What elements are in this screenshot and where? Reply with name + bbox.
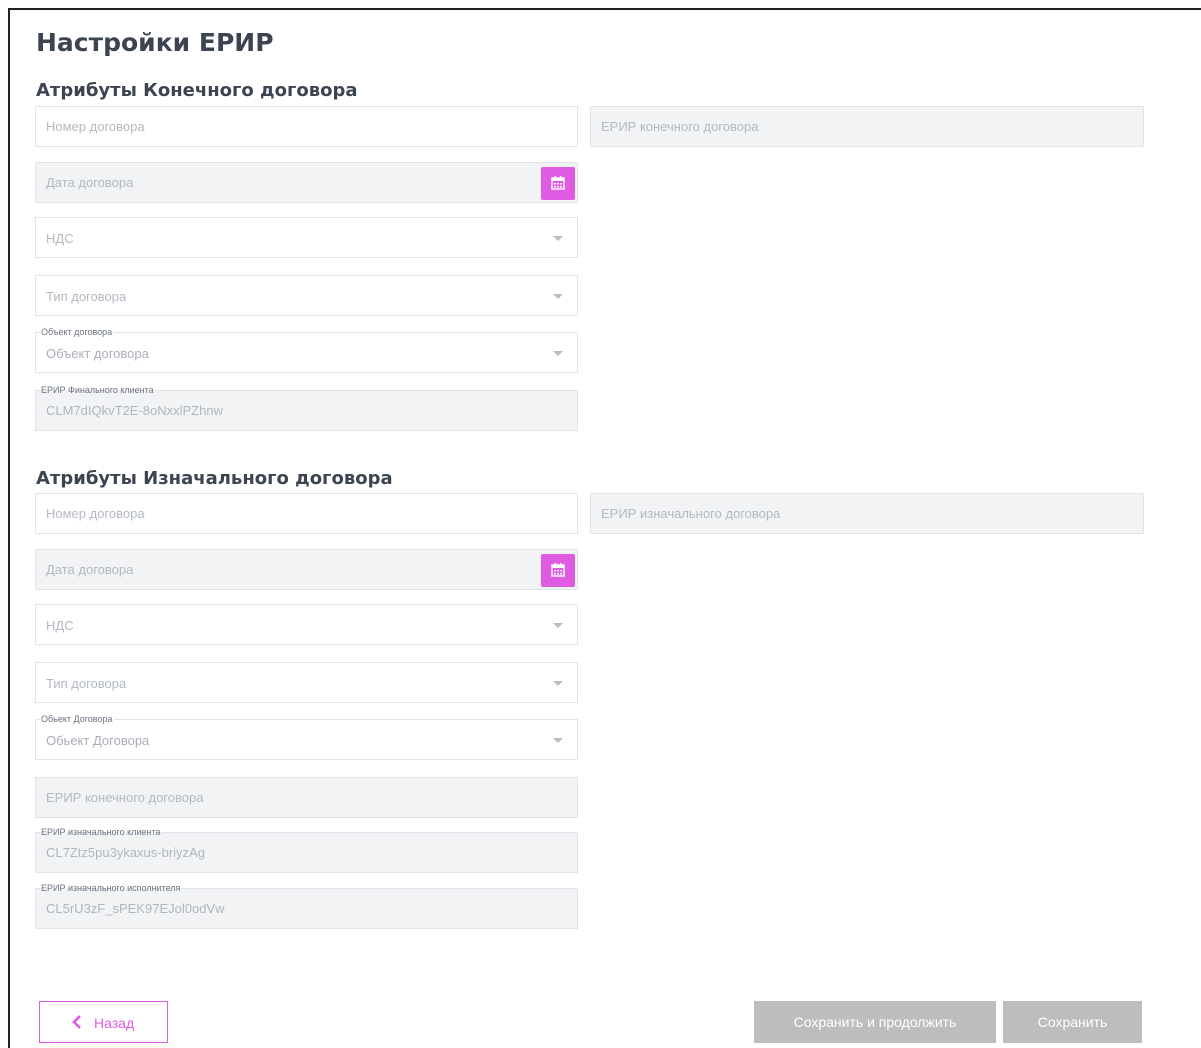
initial-contract-date-placeholder: Дата договора (46, 562, 134, 577)
chevron-down-icon (553, 236, 563, 241)
final-contract-erir-field: ЕРИР конечного договора (590, 106, 1144, 147)
initial-client-erir-field: ЕРИР изначального клиента CL7Ztz5pu3ykax… (35, 826, 578, 873)
final-contract-calendar-button[interactable] (541, 167, 575, 200)
chevron-down-icon (553, 738, 563, 743)
initial-contract-number-input[interactable]: Номер договора (35, 493, 578, 534)
initial-executor-erir-label: ЕРИР изначального исполнителя (40, 882, 182, 894)
back-button[interactable]: Назад (39, 1001, 168, 1043)
initial-contract-vat-select[interactable]: НДС (35, 604, 578, 645)
initial-contract-vat-placeholder: НДС (46, 618, 74, 633)
initial-contract-section-title: Атрибуты Изначального договора (36, 468, 393, 489)
final-contract-object-placeholder: Объект договора (46, 346, 149, 361)
final-client-erir-value: CLM7dIQkvT2E-8oNxxlPZhnw (46, 403, 223, 418)
initial-contract-type-select[interactable]: Тип договора (35, 662, 578, 703)
chevron-down-icon (553, 681, 563, 686)
final-contract-type-select[interactable]: Тип договора (35, 275, 578, 316)
chevron-down-icon (553, 351, 563, 356)
initial-executor-erir-field: ЕРИР изначального исполнителя CL5rU3zF_s… (35, 882, 578, 929)
final-client-erir-label: ЕРИР Финального клиента (40, 384, 155, 396)
final-contract-object-label: Объект договора (40, 326, 114, 338)
initial-contract-object-label: Обьект Договора (40, 713, 114, 725)
initial-contract-type-placeholder: Тип договора (46, 676, 127, 691)
initial-contract-erir-field: ЕРИР изначального договора (590, 493, 1144, 534)
initial-contract-number-placeholder: Номер договора (46, 506, 145, 521)
final-contract-erir-placeholder: ЕРИР конечного договора (601, 119, 759, 134)
final-contract-object-select[interactable]: Объект договора Объект договора (35, 326, 578, 373)
initial-final-contract-erir-placeholder: ЕРИР конечного договора (46, 790, 204, 805)
page-title: Настройки ЕРИР (36, 28, 274, 57)
initial-contract-calendar-button[interactable] (541, 554, 575, 587)
final-contract-type-placeholder: Тип договора (46, 289, 127, 304)
chevron-left-icon (72, 1015, 81, 1029)
final-contract-date-placeholder: Дата договора (46, 175, 134, 190)
final-contract-vat-select[interactable]: НДС (35, 217, 578, 258)
save-and-continue-button[interactable]: Сохранить и продолжить (754, 1001, 996, 1043)
final-client-erir-field: ЕРИР Финального клиента CLM7dIQkvT2E-8oN… (35, 384, 578, 431)
initial-executor-erir-value: CL5rU3zF_sPEK97EJol0odVw (46, 901, 225, 916)
initial-contract-erir-placeholder: ЕРИР изначального договора (601, 506, 781, 521)
back-button-label: Назад (94, 1015, 135, 1031)
final-contract-date-input[interactable]: Дата договора (35, 162, 578, 203)
final-contract-section-title: Атрибуты Конечного договора (36, 80, 358, 101)
final-contract-number-input[interactable]: Номер договора (35, 106, 578, 147)
initial-contract-object-select[interactable]: Обьект Договора Обьект Договора (35, 713, 578, 760)
final-contract-number-placeholder: Номер договора (46, 119, 145, 134)
final-contract-vat-placeholder: НДС (46, 231, 74, 246)
initial-client-erir-value: CL7Ztz5pu3ykaxus-briyzAg (46, 845, 205, 860)
initial-contract-object-placeholder: Обьект Договора (46, 733, 150, 748)
chevron-down-icon (553, 294, 563, 299)
calendar-icon (551, 563, 565, 577)
chevron-down-icon (553, 623, 563, 628)
initial-final-contract-erir-field: ЕРИР конечного договора (35, 777, 578, 818)
save-button[interactable]: Сохранить (1003, 1001, 1142, 1043)
initial-client-erir-label: ЕРИР изначального клиента (40, 826, 162, 838)
calendar-icon (551, 176, 565, 190)
initial-contract-date-input[interactable]: Дата договора (35, 549, 578, 590)
